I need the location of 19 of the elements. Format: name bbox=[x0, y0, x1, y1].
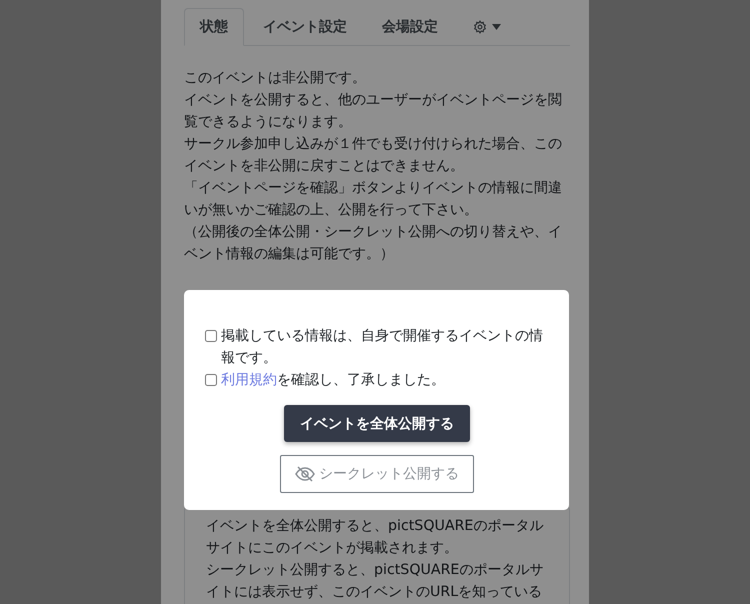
status-text: このイベントは非公開です。 bbox=[184, 69, 367, 88]
info-text: イベントを全体公開すると、pictSQUAREのポータルサイトにこのイベントが掲載されます。 bbox=[206, 517, 544, 558]
caret-icon bbox=[492, 24, 501, 30]
checkbox-label: 掲載している情報は、自身で開催するイベントの情報です。 bbox=[221, 327, 544, 368]
settings-icon bbox=[473, 20, 487, 34]
info-text: シークレット公開すると、pictSQUAREのポータルサイトには表示せず、このイベントのURLを知っている bbox=[206, 561, 544, 602]
eye-slash-icon bbox=[295, 466, 315, 482]
status-text: イベントを公開すると、他のユーザーがイベントページを閲覧できるようになります。 bbox=[184, 91, 563, 132]
tab[interactable]: 会場設定 bbox=[366, 8, 454, 46]
checkbox-label: 利用規約を確認し、了承しました。 bbox=[221, 371, 445, 390]
terms-link[interactable]: 利用規約 bbox=[221, 372, 277, 388]
tab[interactable]: イベント設定 bbox=[247, 8, 363, 46]
checkbox[interactable] bbox=[205, 330, 217, 342]
publish-button[interactable]: イベントを全体公開する bbox=[284, 405, 470, 442]
status-text: サークル参加申し込みが１件でも受け付けられた場合、このイベントを非公開に戻すことはできません。 bbox=[184, 135, 563, 176]
checkbox[interactable] bbox=[205, 374, 217, 386]
status-text: （公開後の全体公開・シークレット公開への切り替えや、イベント情報の編集は可能です。） bbox=[184, 223, 563, 264]
status-text: 「イベントページを確認」ボタンよりイベントの情報に間違いが無いかご確認の上、公開を行って下さい。 bbox=[184, 179, 563, 220]
tab[interactable]: 状態 bbox=[184, 8, 244, 46]
